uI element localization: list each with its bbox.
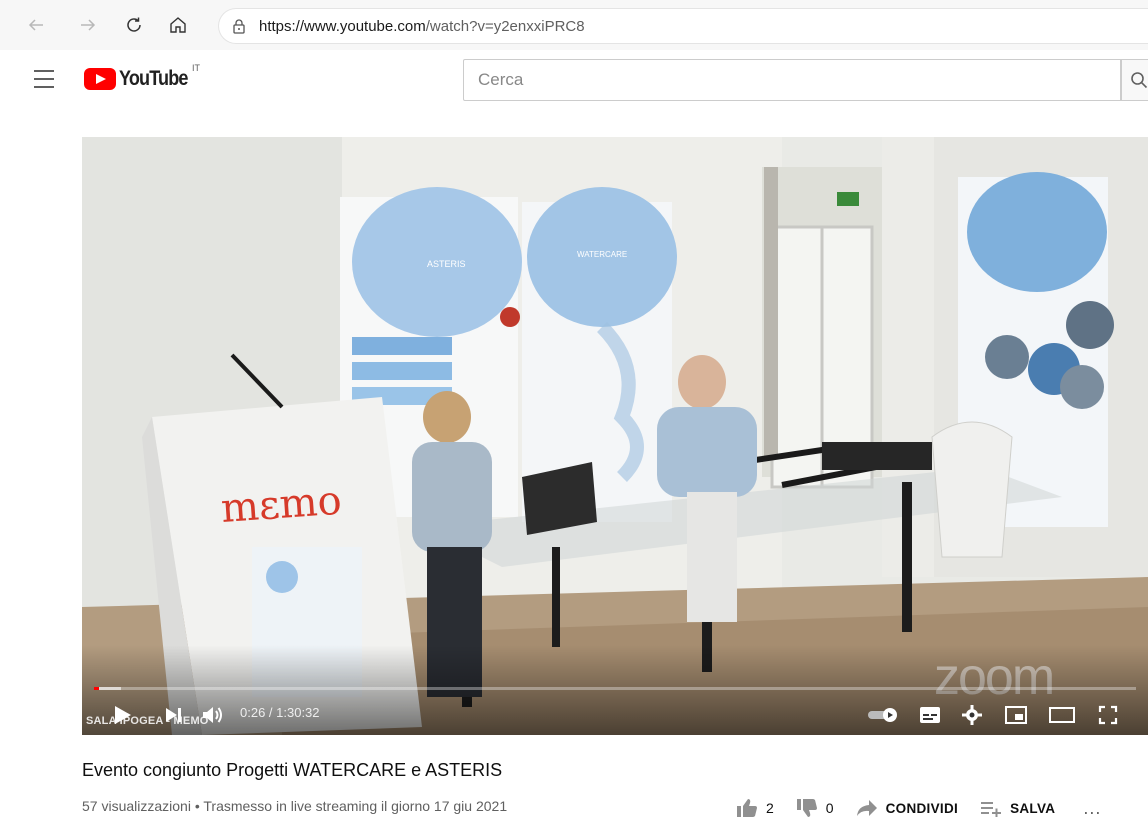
settings-icon — [962, 705, 982, 725]
time-display: 0:26 / 1:30:32 — [240, 705, 320, 720]
youtube-logo[interactable]: YouTube IT — [84, 63, 200, 91]
save-button[interactable]: SALVA — [980, 799, 1055, 817]
search-icon — [1131, 72, 1148, 89]
video-actions: 2 0 CONDIVIDI SALVA ... — [736, 796, 1101, 820]
forward-button[interactable] — [66, 5, 110, 45]
save-playlist-icon — [981, 802, 1002, 817]
url-text: https://www.youtube.com/watch?v=y2enxxiP… — [259, 18, 585, 35]
fullscreen-icon — [1098, 705, 1118, 725]
home-button[interactable] — [156, 5, 200, 45]
forward-icon — [81, 19, 96, 31]
search-box[interactable] — [463, 59, 1121, 101]
back-icon — [28, 19, 43, 31]
logo-text: YouTube — [119, 67, 188, 90]
more-actions-button[interactable]: ... — [1083, 798, 1101, 819]
subtitles-button[interactable] — [914, 699, 946, 731]
player-controls: 0:26 / 1:30:32 — [82, 695, 1148, 735]
country-code: IT — [192, 63, 200, 73]
theater-icon — [1049, 707, 1075, 723]
miniplayer-button[interactable] — [1000, 699, 1032, 731]
search-button[interactable] — [1121, 59, 1148, 101]
share-button[interactable]: CONDIVIDI — [856, 799, 958, 817]
banner-right-text: WATERCARE — [577, 250, 627, 259]
room-label-overlay: SALA IPOGEA - MEMO — [86, 715, 209, 727]
address-bar[interactable]: https://www.youtube.com/watch?v=y2enxxiP… — [218, 8, 1148, 44]
like-button[interactable]: 2 — [736, 798, 774, 818]
home-icon — [170, 17, 186, 33]
url-domain: https://www.youtube.com — [259, 17, 426, 35]
video-player[interactable]: ASTERIS WATERCARE mεmo 0:26 / 1:30:32 SA… — [82, 137, 1148, 735]
dislike-count: 0 — [825, 800, 834, 816]
progress-bar[interactable] — [94, 687, 1136, 690]
theater-mode-button[interactable] — [1046, 699, 1078, 731]
search-input[interactable] — [478, 70, 1120, 90]
browser-toolbar: https://www.youtube.com/watch?v=y2enxxiP… — [0, 0, 1148, 50]
dislike-icon — [796, 799, 817, 817]
dislike-button[interactable]: 0 — [796, 798, 834, 818]
more-icon: ... — [1083, 797, 1102, 818]
podium-sign: mεmo — [219, 478, 343, 532]
miniplayer-icon — [1005, 706, 1027, 724]
refresh-icon — [127, 17, 141, 32]
video-title: Evento congiunto Progetti WATERCARE e AS… — [82, 760, 503, 780]
fullscreen-button[interactable] — [1092, 699, 1124, 731]
autoplay-toggle[interactable] — [864, 699, 904, 731]
share-label: CONDIVIDI — [885, 800, 959, 816]
hamburger-icon[interactable] — [34, 70, 56, 88]
youtube-header: YouTube IT — [0, 50, 1148, 108]
url-path: /watch?v=y2enxxiPRC8 — [425, 17, 585, 35]
save-label: SALVA — [1010, 800, 1056, 816]
autoplay-toggle-icon — [868, 708, 897, 722]
like-icon — [737, 799, 757, 817]
youtube-play-logo-icon — [84, 68, 116, 90]
banner-left-text: ASTERIS — [427, 259, 466, 269]
refresh-button[interactable] — [112, 5, 156, 45]
subtitles-icon — [920, 707, 940, 723]
settings-button[interactable] — [956, 699, 988, 731]
back-button[interactable] — [14, 5, 58, 45]
progress-played — [94, 687, 100, 690]
lock-icon — [233, 19, 245, 34]
like-count: 2 — [766, 800, 774, 816]
video-meta: 57 visualizzazioni • Trasmesso in live s… — [82, 798, 508, 814]
share-icon — [856, 800, 877, 816]
